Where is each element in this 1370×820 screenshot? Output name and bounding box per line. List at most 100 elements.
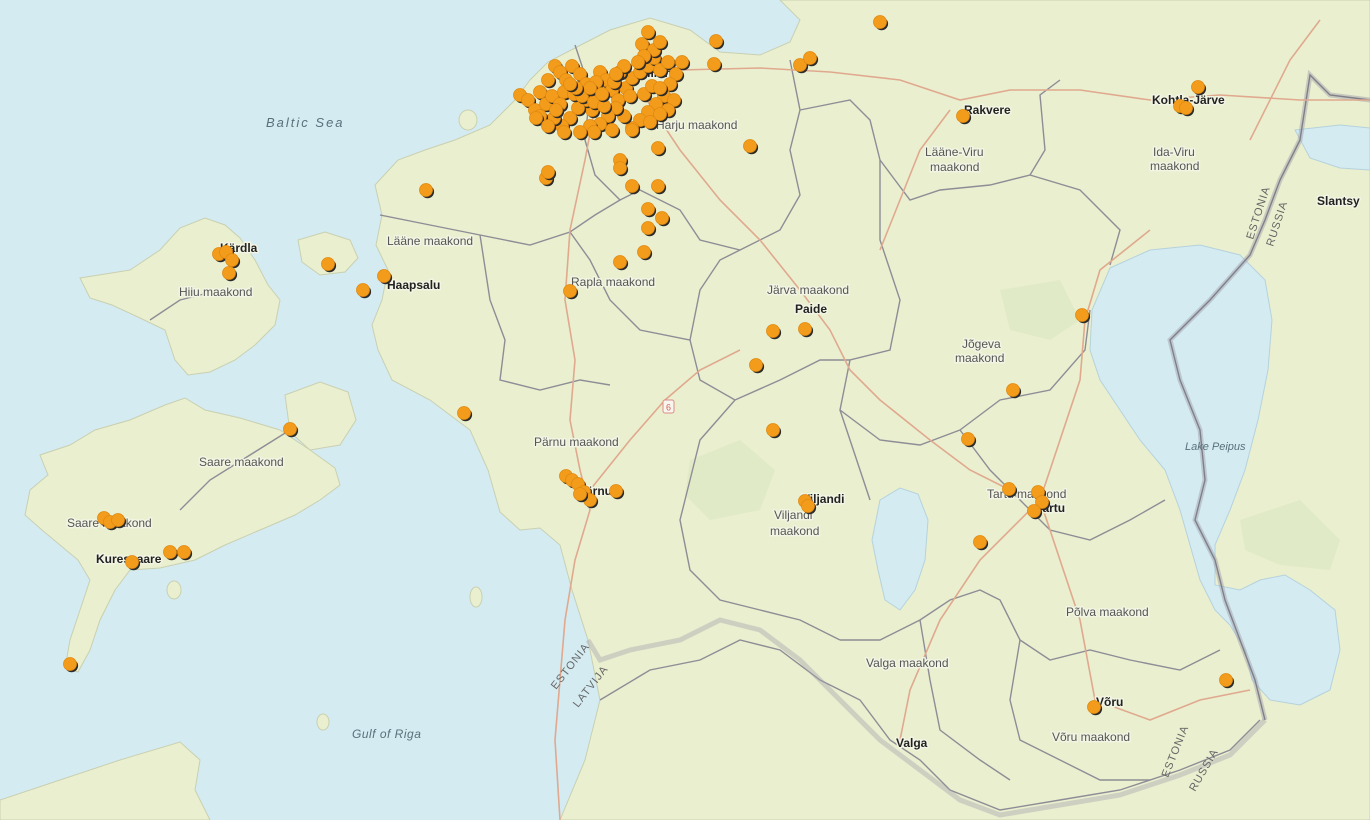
- location-marker-dot[interactable]: [661, 55, 675, 69]
- estonia-map[interactable]: Baltic Sea Gulf of Riga Lake Peipus Harj…: [0, 0, 1370, 820]
- location-marker-dot[interactable]: [1027, 504, 1041, 518]
- location-marker-dot[interactable]: [766, 324, 780, 338]
- location-marker-dot[interactable]: [609, 484, 623, 498]
- location-marker-dot[interactable]: [529, 111, 543, 125]
- label-viljandi-2: maakond: [770, 524, 819, 538]
- label-jarva-maakond: Järva maakond: [767, 283, 849, 297]
- location-marker-dot[interactable]: [225, 253, 239, 267]
- location-marker-dot[interactable]: [766, 423, 780, 437]
- location-marker-dot[interactable]: [583, 81, 597, 95]
- label-gulf-of-riga: Gulf of Riga: [352, 727, 421, 741]
- location-marker-dot[interactable]: [961, 432, 975, 446]
- location-marker-dot[interactable]: [533, 85, 547, 99]
- label-city-haapsalu: Haapsalu: [387, 278, 440, 292]
- label-polva-maakond: Põlva maakond: [1066, 605, 1149, 619]
- ruhnu-island: [316, 713, 330, 731]
- location-marker-dot[interactable]: [321, 257, 335, 271]
- location-marker-dot[interactable]: [625, 123, 639, 137]
- location-marker-dot[interactable]: [798, 322, 812, 336]
- location-marker-dot[interactable]: [641, 25, 655, 39]
- location-marker-dot[interactable]: [541, 165, 555, 179]
- location-marker-dot[interactable]: [563, 284, 577, 298]
- location-marker-dot[interactable]: [651, 141, 665, 155]
- location-marker-dot[interactable]: [973, 535, 987, 549]
- location-marker-dot[interactable]: [1006, 383, 1020, 397]
- location-marker-dot[interactable]: [655, 211, 669, 225]
- label-valga-maakond: Valga maakond: [866, 656, 949, 670]
- location-marker-dot[interactable]: [707, 57, 721, 71]
- location-marker-dot[interactable]: [222, 266, 236, 280]
- location-marker-dot[interactable]: [125, 555, 139, 569]
- location-marker-dot[interactable]: [541, 73, 555, 87]
- location-marker-dot[interactable]: [613, 161, 627, 175]
- location-marker-dot[interactable]: [956, 109, 970, 123]
- location-marker-dot[interactable]: [637, 245, 651, 259]
- location-marker-dot[interactable]: [1179, 101, 1193, 115]
- location-marker-dot[interactable]: [541, 119, 555, 133]
- label-laane-viru-2: maakond: [930, 160, 979, 174]
- location-marker-dot[interactable]: [651, 179, 665, 193]
- location-marker-dot[interactable]: [63, 657, 77, 671]
- location-marker-dot[interactable]: [801, 499, 815, 513]
- location-marker-dot[interactable]: [573, 125, 587, 139]
- location-marker-dot[interactable]: [709, 34, 723, 48]
- location-marker-dot[interactable]: [1002, 482, 1016, 496]
- label-baltic-sea: Baltic Sea: [266, 115, 345, 130]
- abruka-island: [166, 580, 182, 600]
- label-ida-viru-2: maakond: [1150, 159, 1199, 173]
- location-marker-dot[interactable]: [1219, 673, 1233, 687]
- label-city-rakvere: Rakvere: [964, 103, 1011, 117]
- location-marker-dot[interactable]: [177, 545, 191, 559]
- label-harju-maakond: Harju maakond: [656, 118, 737, 132]
- label-city-valga: Valga: [896, 736, 928, 750]
- label-city-slantsy: Slantsy: [1317, 194, 1360, 208]
- location-marker-dot[interactable]: [283, 422, 297, 436]
- location-marker-dot[interactable]: [111, 513, 125, 527]
- location-marker-dot[interactable]: [1075, 308, 1089, 322]
- location-marker-dot[interactable]: [743, 139, 757, 153]
- label-city-paide: Paide: [795, 302, 827, 316]
- location-marker-dot[interactable]: [609, 67, 623, 81]
- label-jogeva-1: Jõgeva: [962, 337, 1001, 351]
- location-marker-dot[interactable]: [631, 55, 645, 69]
- label-laane-maakond: Lääne maakond: [387, 234, 473, 248]
- label-lake-peipus: Lake Peipus: [1185, 441, 1246, 453]
- location-marker-dot[interactable]: [356, 283, 370, 297]
- location-marker-dot[interactable]: [557, 125, 571, 139]
- location-marker-dot[interactable]: [625, 179, 639, 193]
- location-marker-dot[interactable]: [419, 183, 433, 197]
- label-saare-maakond: Saare maakond: [199, 455, 284, 469]
- label-voru-maakond: Võru maakond: [1052, 730, 1130, 744]
- location-marker-dot[interactable]: [549, 103, 563, 117]
- road-shield-label: 6: [666, 403, 671, 413]
- location-marker-dot[interactable]: [163, 545, 177, 559]
- location-marker-dot[interactable]: [675, 55, 689, 69]
- location-marker-dot[interactable]: [623, 89, 637, 103]
- road-shield-6: 6: [662, 399, 675, 414]
- location-marker-dot[interactable]: [1087, 700, 1101, 714]
- location-marker-dot[interactable]: [643, 115, 657, 129]
- location-marker-dot[interactable]: [653, 81, 667, 95]
- location-marker-dot[interactable]: [457, 406, 471, 420]
- location-marker-dot[interactable]: [749, 358, 763, 372]
- location-marker-dot[interactable]: [641, 202, 655, 216]
- location-marker-dot[interactable]: [587, 125, 601, 139]
- location-marker-dot[interactable]: [613, 255, 627, 269]
- location-marker-dot[interactable]: [1191, 80, 1205, 94]
- location-marker-dot[interactable]: [803, 51, 817, 65]
- kihnu-island: [469, 586, 483, 608]
- label-laane-viru-1: Lääne-Viru: [925, 145, 984, 159]
- naissaar-island: [458, 109, 478, 131]
- label-rapla-maakond: Rapla maakond: [571, 275, 655, 289]
- location-marker-dot[interactable]: [605, 123, 619, 137]
- location-marker-dot[interactable]: [377, 269, 391, 283]
- location-marker-dot[interactable]: [873, 15, 887, 29]
- location-marker-dot[interactable]: [653, 35, 667, 49]
- label-jogeva-2: maakond: [955, 351, 1004, 365]
- label-hiiu-maakond: Hiiu maakond: [179, 285, 252, 299]
- label-ida-viru-1: Ida-Viru: [1153, 145, 1195, 159]
- location-marker-dot[interactable]: [641, 221, 655, 235]
- location-marker-dot[interactable]: [595, 87, 609, 101]
- location-marker-dot[interactable]: [573, 487, 587, 501]
- location-marker-dot[interactable]: [563, 77, 577, 91]
